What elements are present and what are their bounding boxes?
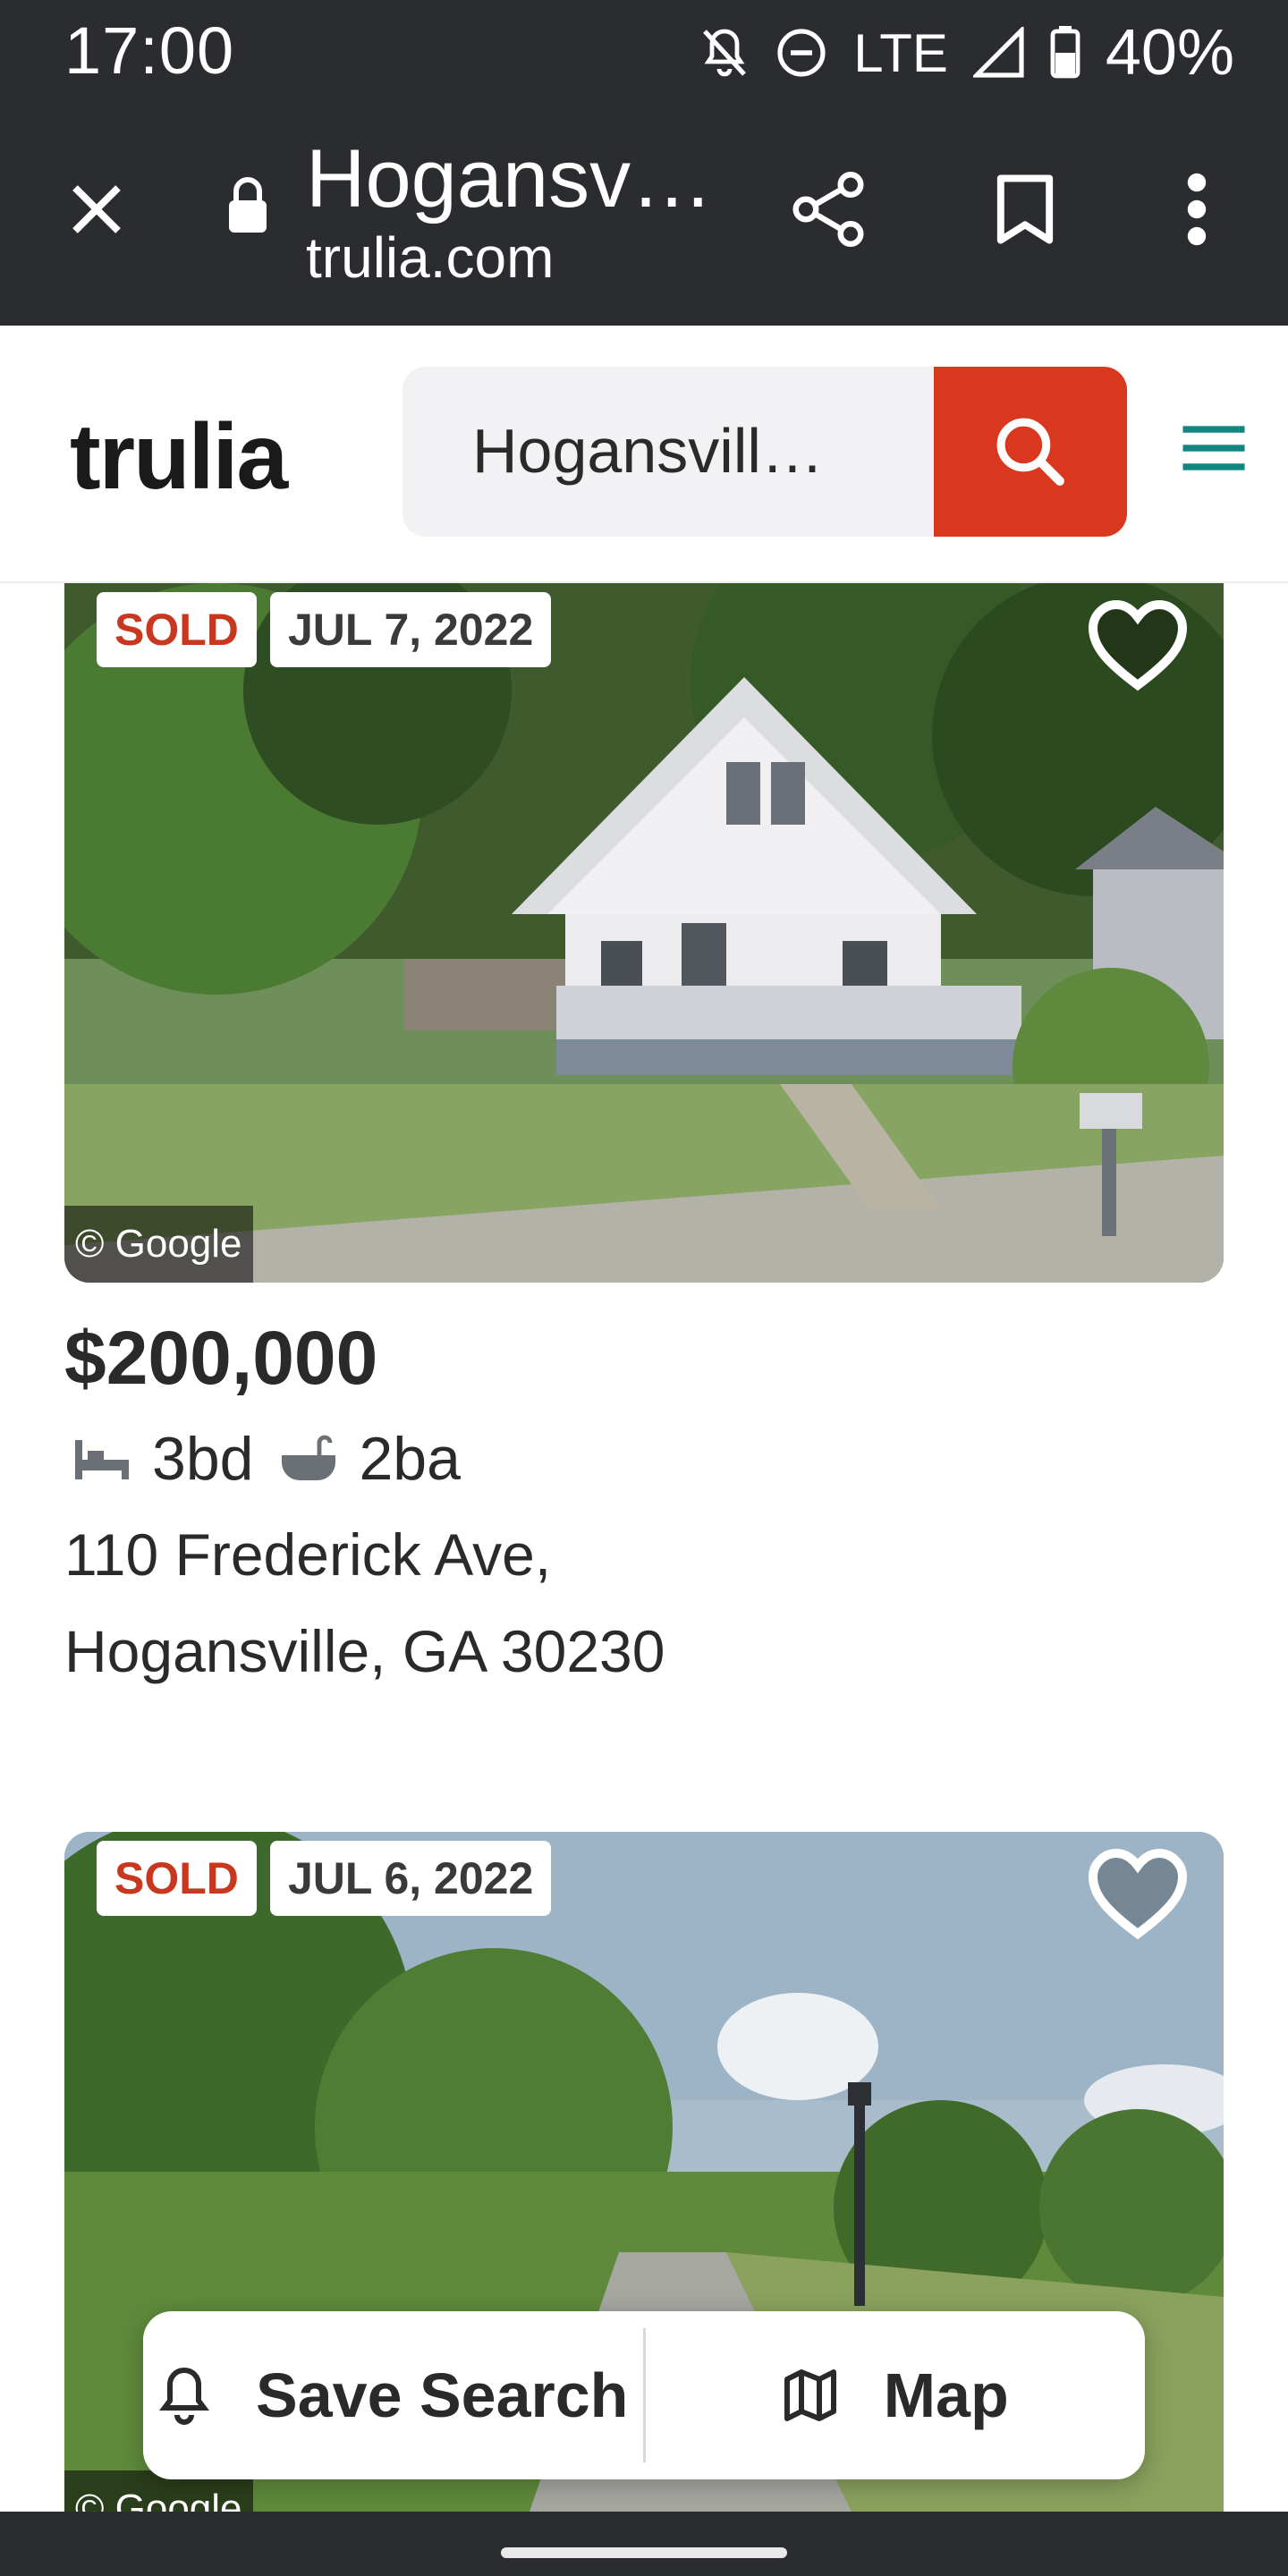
image-credit: © Google: [64, 1206, 253, 1283]
house-photo: [64, 583, 1224, 1283]
listing-address-line1[interactable]: 110 Frederick Ave,: [64, 1521, 551, 1589]
more-vert-icon: [1187, 173, 1207, 246]
status-icons: LTE 40%: [699, 16, 1234, 89]
baths-count: 2ba: [359, 1425, 461, 1493]
bookmark-icon: [996, 174, 1054, 244]
beds-count: 3bd: [152, 1425, 254, 1493]
search-box[interactable]: Hogansvill…: [402, 367, 1127, 537]
status-badge: SOLD: [97, 592, 257, 667]
save-search-button[interactable]: Save Search: [143, 2311, 643, 2479]
floating-action-bar: Save Search Map: [143, 2311, 1145, 2479]
network-type: LTE: [853, 22, 948, 83]
search-input[interactable]: Hogansvill…: [472, 415, 824, 487]
map-icon: [784, 2369, 836, 2421]
share-button[interactable]: [785, 166, 871, 252]
close-icon: [72, 185, 121, 233]
menu-icon: [1182, 426, 1245, 470]
listing-photo[interactable]: SOLD JUL 7, 2022 © Google: [64, 583, 1224, 1283]
do-not-disturb-icon: [775, 26, 828, 80]
map-label: Map: [883, 2360, 1009, 2430]
date-badge: JUL 6, 2022: [270, 1841, 552, 1916]
search-button[interactable]: [934, 367, 1127, 537]
notifications-off-icon: [699, 26, 750, 80]
share-icon: [792, 172, 864, 247]
save-search-label: Save Search: [256, 2360, 629, 2430]
lock-icon: [225, 175, 270, 239]
close-button[interactable]: [59, 172, 134, 247]
beds-spec: 3bd: [73, 1424, 253, 1494]
home-gesture-handle[interactable]: [501, 2547, 787, 2558]
signal-icon: [972, 27, 1025, 79]
site-header: trulia Hogansvill…: [0, 326, 1288, 583]
heart-icon: [1088, 1848, 1188, 1940]
search-icon: [996, 418, 1064, 486]
bath-icon: [282, 1435, 336, 1480]
heart-icon: [1088, 599, 1188, 691]
browser-chrome: 17:00 LTE 40% Hogansv… trulia.com: [0, 0, 1288, 326]
more-options-button[interactable]: [1154, 166, 1240, 252]
battery-level: 40%: [1105, 17, 1234, 89]
bookmark-button[interactable]: [982, 166, 1068, 252]
page-domain: trulia.com: [306, 225, 555, 290]
bell-icon: [159, 2367, 210, 2425]
favorite-button[interactable]: [1088, 1848, 1188, 1945]
system-nav-bar: [0, 2512, 1288, 2576]
page-title: Hogansv…: [306, 133, 714, 225]
status-time: 17:00: [64, 13, 235, 88]
favorite-button[interactable]: [1088, 599, 1188, 697]
status-badge: SOLD: [97, 1841, 257, 1916]
baths-spec: 2ba: [280, 1424, 461, 1494]
map-button[interactable]: Map: [646, 2311, 1146, 2479]
bed-icon: [75, 1440, 129, 1479]
battery-icon: [1050, 26, 1080, 80]
trulia-logo[interactable]: trulia: [70, 404, 288, 511]
listing-price[interactable]: $200,000: [64, 1315, 377, 1402]
listing-specs: 3bd 2ba: [73, 1424, 487, 1494]
listing-address-line2[interactable]: Hogansville, GA 30230: [64, 1617, 665, 1685]
menu-button[interactable]: [1181, 415, 1247, 481]
date-badge: JUL 7, 2022: [270, 592, 552, 667]
